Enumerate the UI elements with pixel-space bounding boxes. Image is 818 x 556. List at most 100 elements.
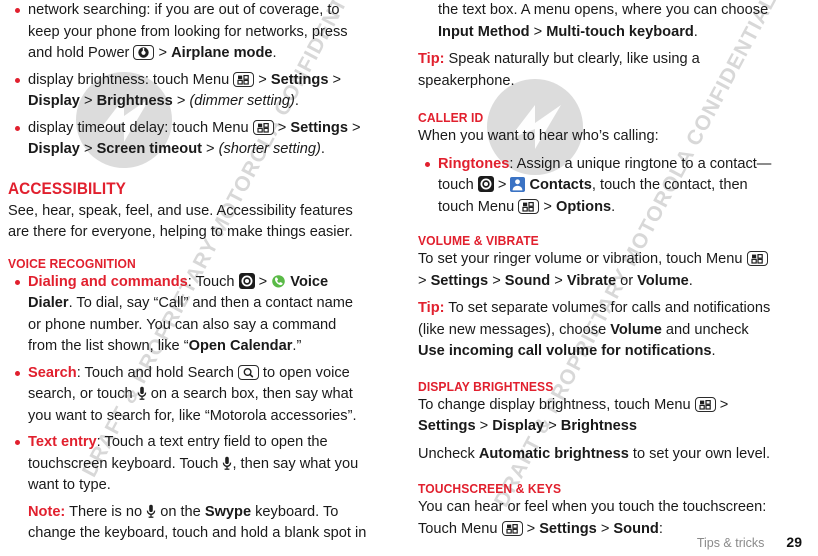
list-item: display timeout delay: touch Menu > Sett… (8, 118, 368, 161)
separator: > (544, 418, 561, 434)
bold-term: Display (492, 418, 545, 434)
section-heading-volume-vibrate: Volume & vibrate (418, 233, 539, 248)
tip-volume-block: Tip: To set separate volumes for calls a… (418, 298, 778, 363)
bullet-text: > (493, 177, 511, 193)
bold-term: Screen timeout (96, 141, 202, 157)
note-continued-block: the text box. A menu opens, where you ca… (418, 0, 778, 43)
list-item: network searching: if you are out of cov… (8, 0, 368, 65)
bold-term: Vibrate (566, 272, 617, 289)
menu-key-icon (746, 251, 768, 266)
bold-term: Brightness (96, 93, 173, 109)
contacts-icon (510, 177, 526, 192)
bold-term: Volume (610, 321, 662, 338)
bold-term: Open Calendar (188, 338, 293, 354)
note-label: Note: (28, 503, 66, 520)
body-text: . (688, 272, 693, 289)
app-launcher-icon (477, 176, 494, 192)
section-heading-touchscreen-keys: Touchscreen & keys (418, 481, 562, 496)
bold-term: Swype (204, 503, 252, 520)
voice-dialer-phone-icon (271, 274, 286, 289)
uncheck-auto-brightness-body: Uncheck Automatic brightness to set your… (418, 444, 778, 466)
bold-term: Airplane mode (171, 45, 273, 61)
page-footer: Tips & tricks 29 (0, 534, 818, 550)
note-text: . (693, 23, 698, 40)
accessibility-body: See, hear, speak, feel, and use. Accessi… (8, 202, 353, 241)
footer-chapter-label: Tips & tricks (696, 536, 765, 550)
list-item: display brightness: touch Menu > Setting… (8, 70, 368, 113)
separator: > (418, 272, 431, 289)
bold-term: Sound (504, 272, 551, 289)
right-column: the text box. A menu opens, where you ca… (418, 0, 778, 548)
separator: > (539, 198, 556, 215)
menu-key-icon (694, 396, 716, 412)
bullet-text: > (154, 45, 172, 61)
tip-text: and uncheck (661, 321, 749, 338)
separator: > (715, 396, 729, 413)
section-heading-caller-id: Caller ID (418, 110, 484, 125)
bold-term: Settings (290, 119, 348, 136)
list-item: Dialing and commands: Touch > Voice Dial… (8, 272, 368, 358)
search-key-icon (237, 364, 259, 380)
term-label: Dialing and commands (28, 273, 188, 290)
bullet-text: . (611, 198, 616, 215)
separator: > (202, 141, 219, 157)
separator: > (328, 71, 342, 88)
bullet-text: . (272, 45, 277, 61)
section-heading-accessibility: Accessibility (8, 179, 127, 198)
bullet-text: display brightness: touch Menu (28, 71, 234, 88)
display-brightness-body: To change display brightness, touch Menu… (418, 395, 778, 438)
term-label: Ringtones (438, 155, 510, 172)
body-text: To change display brightness, touch Menu (418, 396, 695, 413)
menu-key-icon (252, 119, 274, 135)
body-text: to set your own level. (628, 445, 771, 462)
caller-id-body: When you want to hear who’s calling: (418, 128, 659, 144)
bold-term: Settings (430, 272, 489, 289)
section-heading-display-brightness: Display brightness (418, 378, 554, 394)
bold-term: Volume (637, 272, 689, 289)
note-text: There is no (65, 503, 147, 520)
italic-term: (shorter setting) (218, 141, 321, 157)
tip-text: Speak naturally but clearly, like using … (418, 51, 700, 89)
bold-term: Brightness (560, 418, 638, 434)
list-item: Text entry: Touch a text entry field to … (8, 432, 368, 497)
tip-text: . (711, 343, 716, 359)
italic-term: (dimmer setting) (189, 93, 295, 109)
bullet-text: > (273, 119, 291, 136)
tip-label: Tip: (418, 300, 445, 316)
separator: > (475, 418, 493, 434)
section-heading-voice-recognition: Voice recognition (8, 255, 136, 271)
note-text: on the (156, 503, 205, 520)
list-item: Ringtones: Assign a unique ringtone to a… (418, 154, 778, 219)
note-text: the text box. A menu opens, where you ca… (438, 2, 769, 18)
left-column: network searching: if you are out of cov… (8, 0, 368, 551)
body-text: To set your ringer volume or vibration, … (418, 251, 747, 267)
separator: > (529, 23, 547, 40)
footer-page-number: 29 (786, 534, 802, 550)
separator: > (347, 119, 361, 136)
bullet-text: display timeout delay: touch Menu (28, 119, 253, 136)
bullet-text: . (294, 93, 299, 109)
menu-key-icon (233, 71, 255, 87)
manual-page: DRAFT & PROPRIETARY MOTOROLA CONFIDENTIA… (0, 0, 818, 556)
body-text: Uncheck (418, 445, 479, 462)
bold-term: Automatic brightness (478, 445, 629, 462)
separator: > (79, 141, 97, 157)
bold-term: Use incoming call volume for notificatio… (418, 343, 712, 359)
microphone-icon (222, 456, 232, 471)
bold-term: Settings (418, 418, 476, 434)
bold-term: Multi-touch keyboard (546, 23, 694, 40)
microphone-icon (146, 504, 156, 519)
bullet-text: > (254, 71, 271, 88)
term-label: Search (28, 364, 77, 381)
menu-key-icon (518, 198, 540, 214)
tip-speak-block: Tip: Speak naturally but clearly, like u… (418, 49, 778, 92)
term-label: Text entry (28, 434, 97, 450)
app-launcher-icon (238, 272, 255, 289)
bullet-text: > (254, 273, 272, 290)
separator: > (79, 93, 97, 109)
bold-term: Contacts (525, 177, 592, 193)
bullet-text: .” (292, 338, 302, 354)
bullet-text: . (320, 141, 325, 157)
power-key-icon (133, 45, 155, 60)
separator: > (172, 93, 190, 109)
